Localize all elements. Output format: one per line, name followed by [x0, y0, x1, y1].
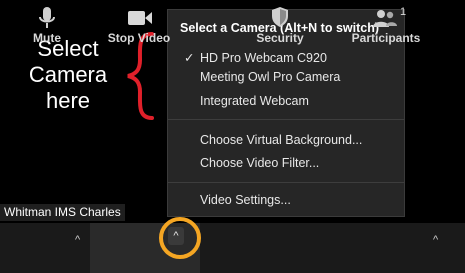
participants-button[interactable]: 1 Participants: [350, 0, 422, 50]
menu-divider: [168, 119, 404, 120]
video-camera-icon: [128, 11, 152, 25]
participants-label: Participants: [351, 31, 421, 45]
camera-option-meeting-owl[interactable]: Meeting Owl Pro Camera: [168, 67, 404, 87]
highlight-ring: [159, 217, 201, 259]
security-label: Security: [256, 31, 304, 45]
participants-count: 1: [400, 6, 407, 18]
shield-icon: [272, 7, 288, 27]
participants-options-caret[interactable]: ^: [433, 234, 438, 246]
meeting-toolbar: [0, 223, 465, 273]
menu-item-label: Video Settings...: [200, 193, 291, 207]
menu-item-label: Choose Virtual Background...: [200, 133, 363, 147]
mute-options-caret[interactable]: ^: [75, 234, 80, 246]
menu-item-label: Integrated Webcam: [200, 94, 309, 108]
choose-virtual-background-option[interactable]: Choose Virtual Background...: [168, 130, 404, 150]
mute-button[interactable]: Mute: [22, 0, 72, 50]
video-settings-option[interactable]: Video Settings...: [168, 190, 404, 210]
annotation-line: here: [45, 88, 91, 113]
participants-icon: [373, 10, 397, 27]
stop-video-label: Stop Video: [107, 31, 171, 45]
menu-item-label: HD Pro Webcam C920: [200, 51, 327, 65]
mute-label: Mute: [33, 31, 61, 45]
menu-divider: [168, 182, 404, 183]
menu-item-label: Choose Video Filter...: [200, 156, 320, 170]
security-button[interactable]: Security: [250, 0, 310, 50]
check-icon: ✓: [184, 51, 195, 65]
microphone-icon: [39, 7, 55, 28]
menu-item-label: Meeting Owl Pro Camera: [200, 70, 341, 84]
camera-option-hd-pro-webcam[interactable]: ✓ HD Pro Webcam C920: [168, 48, 404, 68]
participant-name-label: Whitman IMS Charles: [0, 204, 125, 221]
camera-option-integrated-webcam[interactable]: Integrated Webcam: [168, 91, 404, 111]
annotation-line: Camera: [28, 62, 108, 87]
choose-video-filter-option[interactable]: Choose Video Filter...: [168, 153, 404, 173]
stop-video-button[interactable]: Stop Video: [96, 0, 182, 50]
